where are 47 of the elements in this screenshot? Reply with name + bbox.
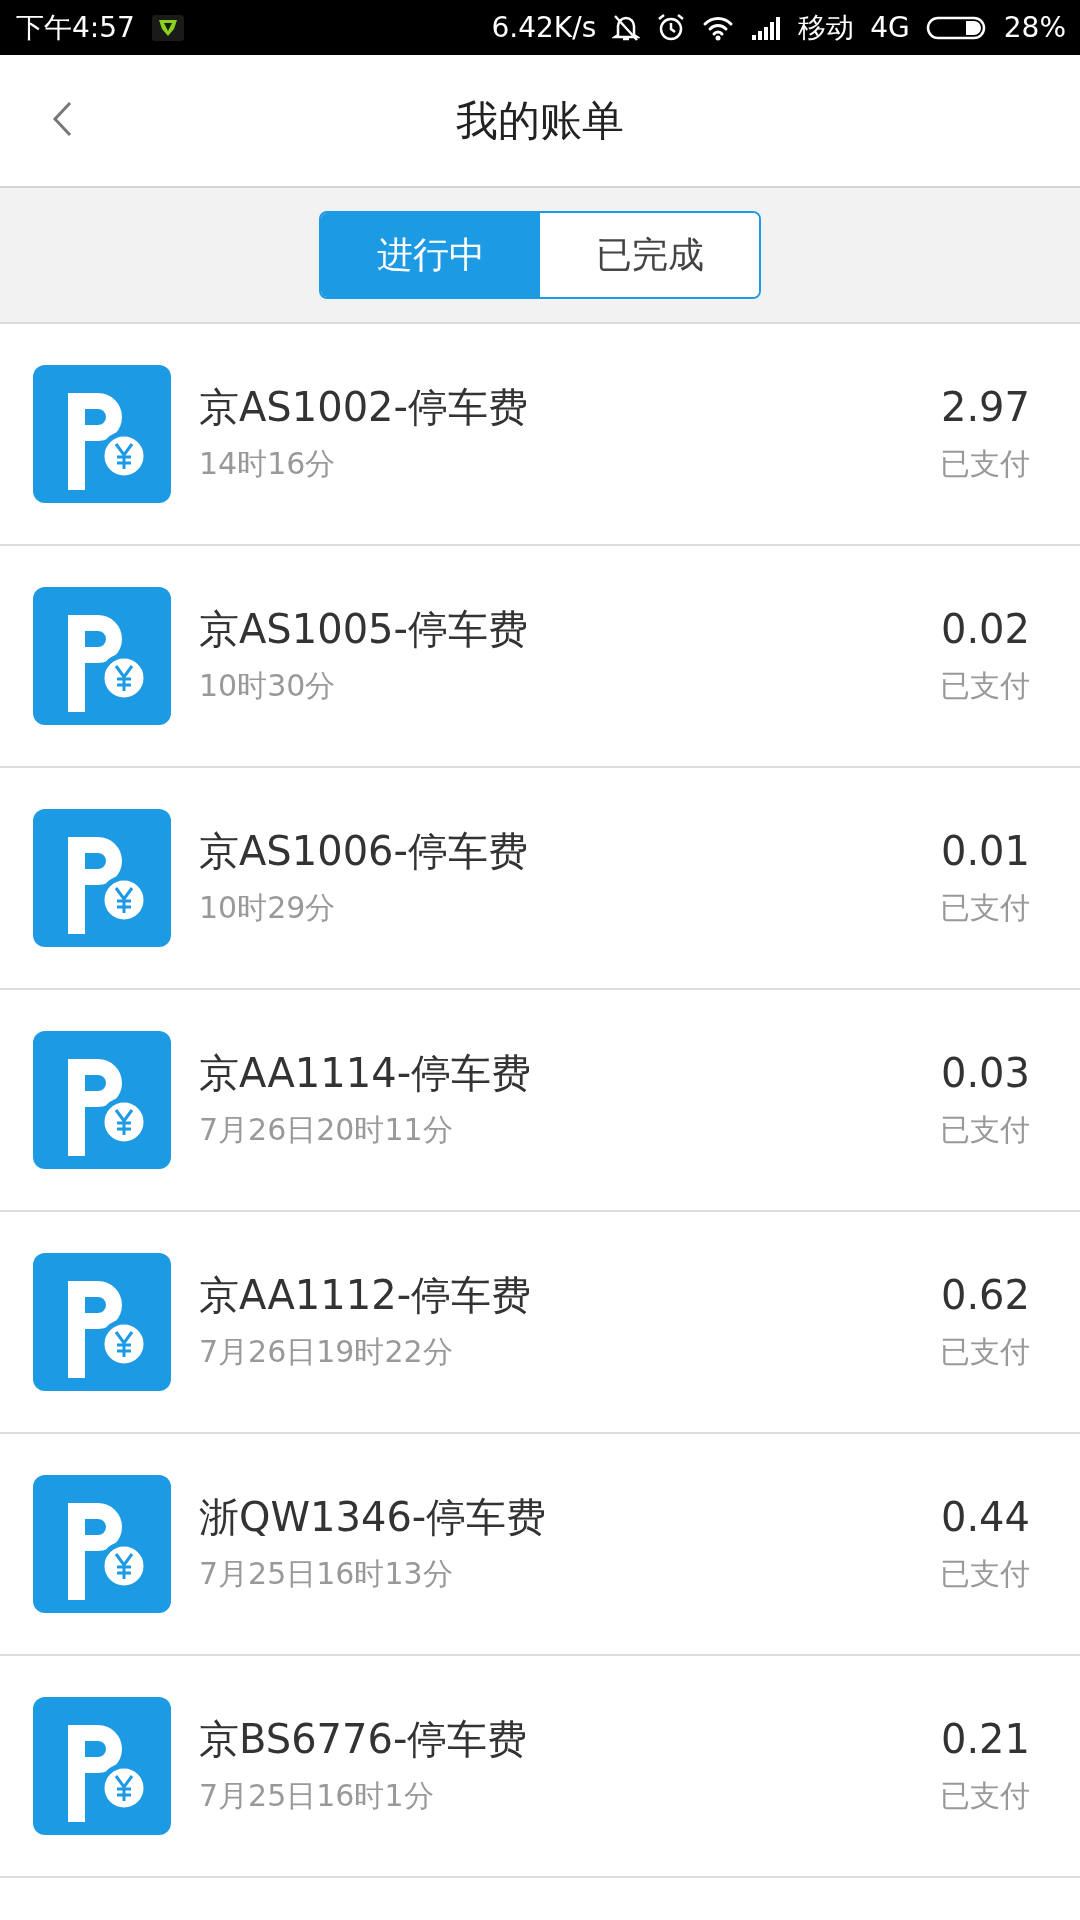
bill-time: 7月26日20时11分: [199, 1110, 454, 1149]
payment-status: 已支付: [940, 1776, 1030, 1815]
payment-status: 已支付: [940, 1332, 1030, 1371]
battery-icon: [925, 14, 988, 41]
payment-status: 已支付: [940, 1110, 1030, 1149]
bill-amount: 2.97: [940, 382, 1030, 431]
payment-status: 已支付: [940, 666, 1030, 705]
bill-amount: 0.02: [940, 604, 1030, 653]
carrier-name: 移动: [798, 9, 855, 46]
bill-amount: 0.21: [940, 1714, 1030, 1763]
status-time: 下午4:57: [16, 9, 135, 46]
bill-time: 7月25日16时1分: [199, 1776, 435, 1815]
battery-percent: 28%: [1003, 9, 1066, 46]
app-logo-icon: [150, 13, 185, 42]
bill-time: 10时30分: [199, 666, 337, 705]
back-button[interactable]: [50, 99, 74, 139]
page-title: 我的账单: [456, 95, 624, 147]
parking-fee-icon: [33, 1253, 171, 1391]
network-type: 4G: [870, 9, 910, 46]
parking-fee-icon: [33, 809, 171, 947]
bill-title: 浙QW1346-停车费: [199, 1492, 548, 1541]
bill-time: 7月25日16时13分: [199, 1554, 454, 1593]
parking-fee-icon: [33, 1475, 171, 1613]
segment-tab[interactable]: 已完成: [540, 213, 759, 297]
bill-title: 京AA1114-停车费: [199, 1048, 533, 1097]
payment-status: 已支付: [940, 444, 1030, 483]
network-speed: 6.42K/s: [491, 9, 597, 46]
bill-amount: 0.62: [940, 1270, 1030, 1319]
payment-status: 已支付: [940, 888, 1030, 927]
wifi-icon: [702, 14, 735, 41]
bill-amount: 0.01: [940, 826, 1030, 875]
parking-fee-icon: [33, 1031, 171, 1169]
parking-fee-icon: [33, 365, 171, 503]
bill-title: 京AS1006-停车费: [199, 826, 529, 875]
bill-time: 10时29分: [199, 888, 337, 927]
bill-title: 京AS1002-停车费: [199, 382, 529, 431]
parking-fee-icon: [33, 587, 171, 725]
payment-status: 已支付: [940, 1554, 1030, 1593]
bill-title: 京BS6776-停车费: [199, 1714, 529, 1763]
bill-amount: 0.03: [940, 1048, 1030, 1097]
bill-amount: 0.44: [940, 1492, 1030, 1541]
bill-time: 7月26日19时22分: [199, 1332, 454, 1371]
bill-time: 14时16分: [199, 444, 337, 483]
bill-title: 京AA1112-停车费: [199, 1270, 533, 1319]
signal-icon: [750, 14, 783, 41]
parking-fee-icon: [33, 1697, 171, 1835]
bill-title: 京AS1005-停车费: [199, 604, 529, 653]
